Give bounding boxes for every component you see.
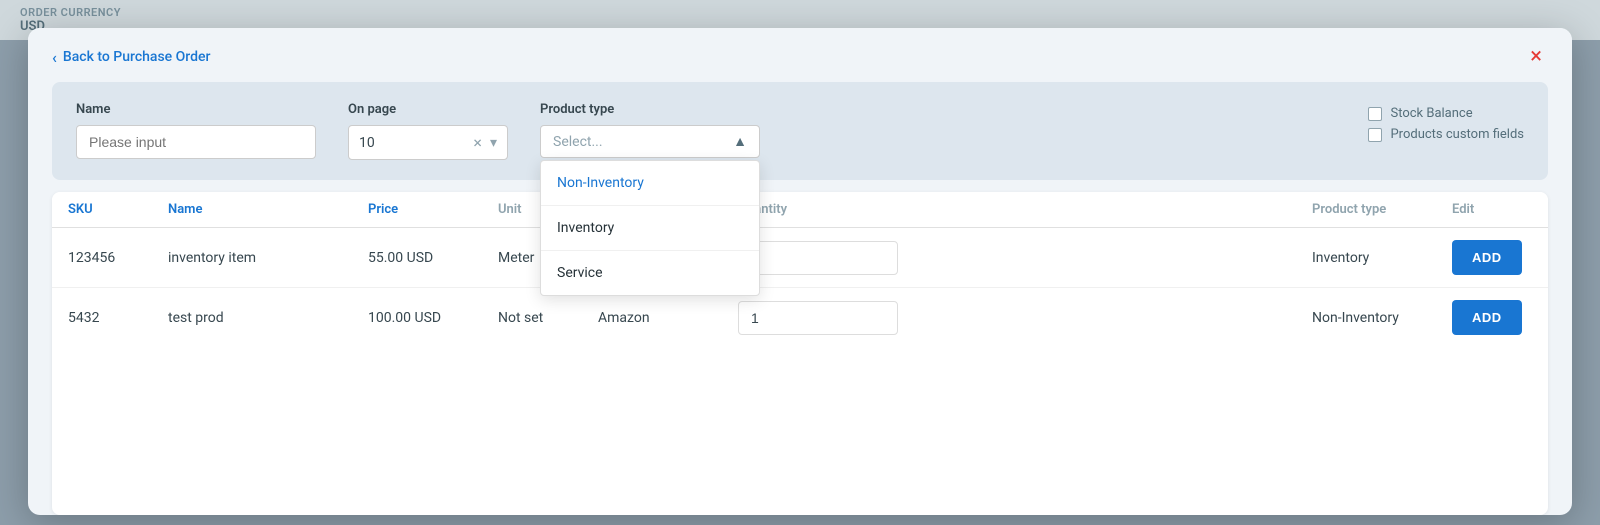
row2-quantity-input[interactable]	[738, 301, 898, 335]
row2-supplier: Amazon	[598, 310, 738, 326]
th-sku: SKU	[68, 202, 168, 217]
on-page-label: On page	[348, 102, 508, 117]
row1-quantity-cell	[738, 241, 938, 275]
checkbox-group: Stock Balance Products custom fields	[1368, 102, 1524, 142]
dropdown-item-service[interactable]: Service	[541, 251, 759, 295]
product-type-select[interactable]: Select... ▲	[540, 125, 760, 158]
products-custom-fields-label: Products custom fields	[1390, 127, 1524, 142]
row2-name: test prod	[168, 310, 368, 326]
on-page-filter-group: On page 10 × ▾	[348, 102, 508, 160]
product-type-placeholder: Select...	[553, 134, 725, 150]
th-edit: Edit	[1452, 202, 1532, 217]
table-row: 5432 test prod 100.00 USD Not set Amazon…	[52, 288, 1548, 347]
order-currency-label: ORDER CURRENCY	[20, 6, 121, 19]
dropdown-item-inventory[interactable]: Inventory	[541, 206, 759, 251]
row1-add-button[interactable]: ADD	[1452, 240, 1522, 275]
row2-add-cell: ADD	[1452, 300, 1532, 335]
table-row: 123456 inventory item 55.00 USD Meter Am…	[52, 228, 1548, 288]
row2-unit: Not set	[498, 310, 598, 326]
name-filter-input[interactable]	[76, 125, 316, 159]
close-button[interactable]: ×	[1524, 44, 1548, 70]
dropdown-item-non-inventory[interactable]: Non-Inventory	[541, 161, 759, 206]
table-header: SKU Name Price Unit Supplier Quantity Pr…	[52, 192, 1548, 228]
back-chevron-icon: ‹	[52, 48, 57, 67]
product-type-filter-group: Product type Select... ▲ Non-Inventory I…	[540, 102, 760, 158]
name-filter-group: Name	[76, 102, 316, 159]
row2-add-button[interactable]: ADD	[1452, 300, 1522, 335]
stock-balance-checkbox-box	[1368, 107, 1382, 121]
row1-quantity-input[interactable]	[738, 241, 898, 275]
on-page-clear-icon[interactable]: ×	[473, 133, 482, 152]
th-price: Price	[368, 202, 498, 217]
row1-add-cell: ADD	[1452, 240, 1532, 275]
row2-price: 100.00 USD	[368, 310, 498, 326]
row1-product-type: Inventory	[1312, 250, 1452, 266]
row2-product-type: Non-Inventory	[1312, 310, 1452, 326]
back-link-label: Back to Purchase Order	[63, 49, 211, 65]
product-type-label: Product type	[540, 102, 760, 117]
products-custom-fields-checkbox[interactable]: Products custom fields	[1368, 127, 1524, 142]
row2-sku: 5432	[68, 310, 168, 326]
product-search-modal: ‹ Back to Purchase Order × Name On page …	[28, 28, 1572, 515]
stock-balance-checkbox[interactable]: Stock Balance	[1368, 106, 1524, 121]
modal-header: ‹ Back to Purchase Order ×	[28, 28, 1572, 82]
th-quantity: Quantity	[738, 202, 938, 217]
stock-balance-label: Stock Balance	[1390, 106, 1472, 121]
on-page-dropdown-arrow-icon: ▾	[490, 135, 497, 151]
th-product-type: Product type	[1312, 202, 1452, 217]
back-to-purchase-order-link[interactable]: ‹ Back to Purchase Order	[52, 48, 210, 67]
name-filter-label: Name	[76, 102, 316, 117]
products-custom-fields-checkbox-box	[1368, 128, 1382, 142]
row2-quantity-cell	[738, 301, 938, 335]
on-page-value: 10	[359, 135, 465, 151]
row1-price: 55.00 USD	[368, 250, 498, 266]
filter-bar: Name On page 10 × ▾ Product type Select.…	[52, 82, 1548, 180]
row1-sku: 123456	[68, 250, 168, 266]
th-name: Name	[168, 202, 368, 217]
product-type-dropdown-arrow-icon: ▲	[733, 133, 747, 150]
on-page-select[interactable]: 10 × ▾	[348, 125, 508, 160]
th-spacer	[938, 202, 1312, 217]
row1-name: inventory item	[168, 250, 368, 266]
product-type-dropdown: Non-Inventory Inventory Service	[540, 160, 760, 296]
products-table: SKU Name Price Unit Supplier Quantity Pr…	[52, 192, 1548, 515]
